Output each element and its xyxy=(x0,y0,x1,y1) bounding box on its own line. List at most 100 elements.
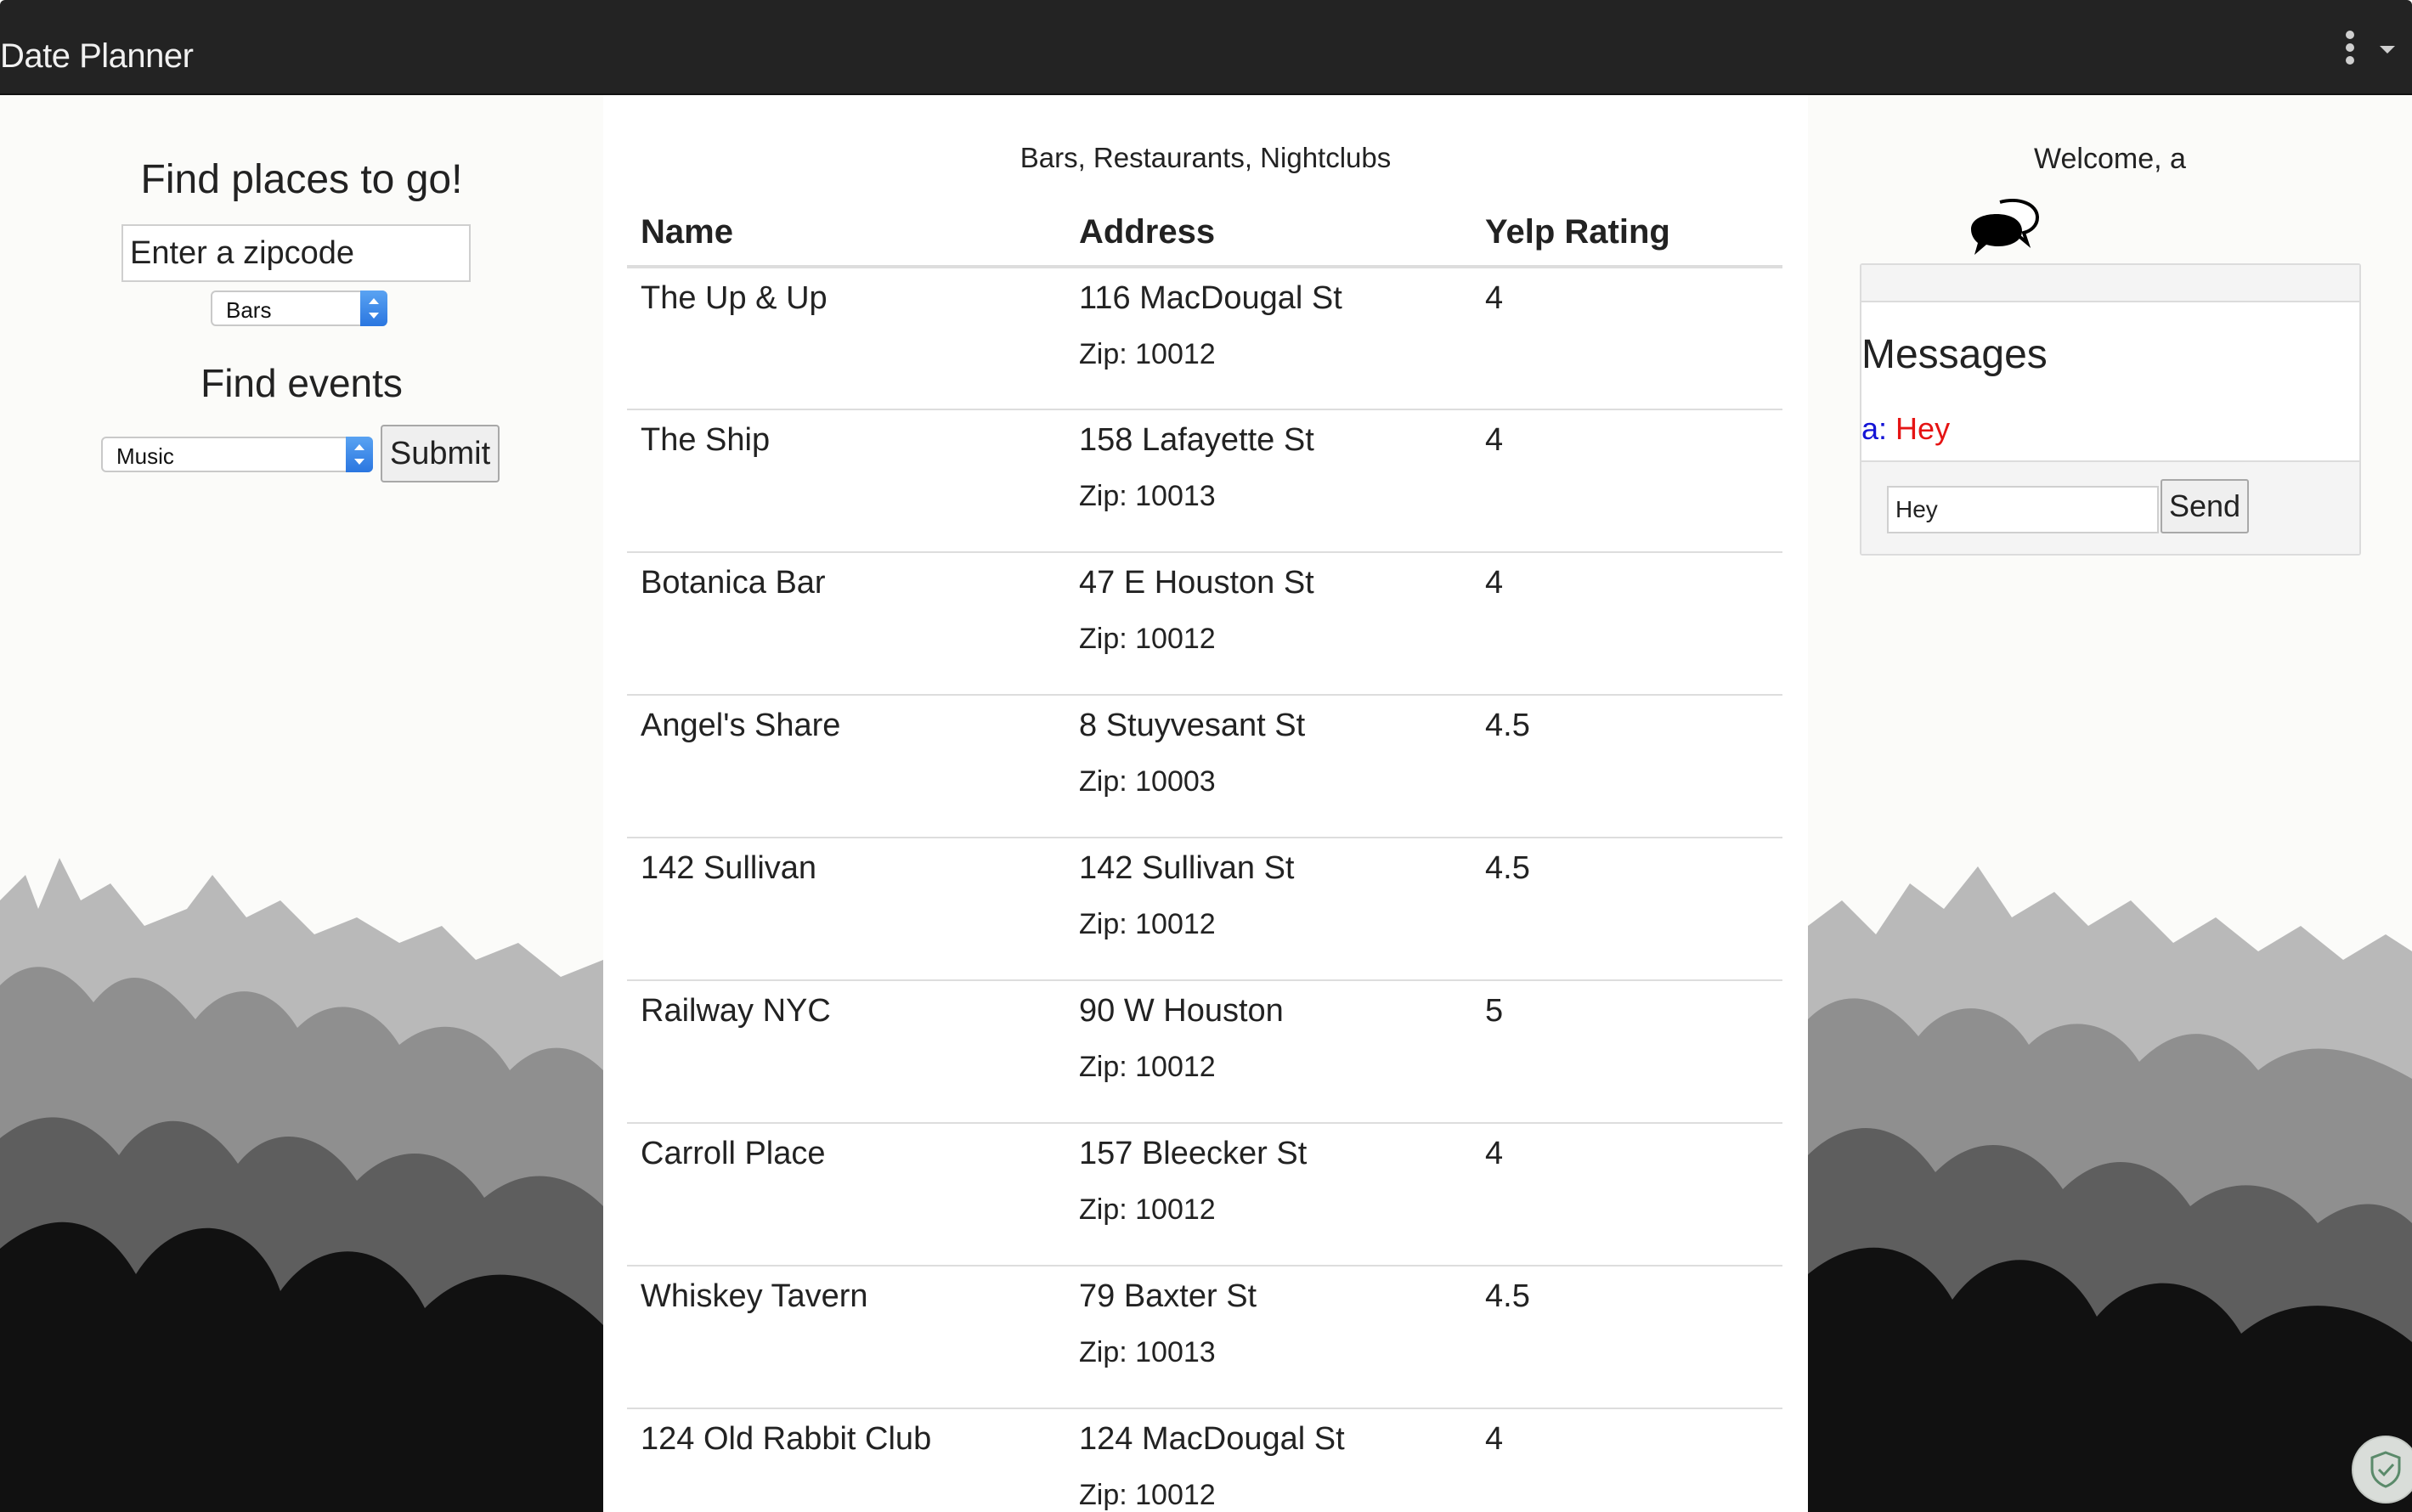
table-row: Whiskey Tavern 79 Baxter St Zip: 10013 4.5 xyxy=(627,1266,1782,1409)
place-rating: 4 xyxy=(1471,552,1782,696)
table-row: Carroll Place 157 Bleecker St Zip: 10012 4 xyxy=(627,1123,1782,1267)
place-rating: 4 xyxy=(1471,409,1782,553)
place-address-cell: 158 Lafayette St Zip: 10013 xyxy=(1065,409,1471,553)
submit-button[interactable]: Submit xyxy=(381,425,500,482)
select-arrows-icon xyxy=(360,291,387,326)
place-rating: 4 xyxy=(1471,1123,1782,1267)
zip-value: 10012 xyxy=(1135,1051,1216,1083)
zip-value: 10013 xyxy=(1135,1336,1216,1368)
place-name: Angel's Share xyxy=(627,695,1065,838)
place-address-cell: 8 Stuyvesant St Zip: 10003 xyxy=(1065,695,1471,838)
place-rating: 4 xyxy=(1471,1408,1782,1512)
table-row: 142 Sullivan 142 Sullivan St Zip: 10012 4.5 xyxy=(627,838,1782,981)
place-zip: Zip: 10003 xyxy=(1079,767,1458,796)
messages-heading: Messages xyxy=(1861,332,2048,377)
table-row: Botanica Bar 47 E Houston St Zip: 10012 4 xyxy=(627,552,1782,696)
column-header-address: Address xyxy=(1065,199,1471,268)
place-address-cell: 157 Bleecker St Zip: 10012 xyxy=(1065,1123,1471,1267)
place-address-cell: 142 Sullivan St Zip: 10012 xyxy=(1065,838,1471,981)
app-title: Date Planner xyxy=(0,37,194,75)
place-type-select[interactable]: Bars xyxy=(211,291,387,326)
table-row: Railway NYC 90 W Houston Zip: 10012 5 xyxy=(627,980,1782,1124)
caret-down-icon[interactable] xyxy=(2380,46,2395,54)
event-type-selected: Music xyxy=(116,443,174,469)
zip-prefix: Zip: xyxy=(1079,1336,1136,1368)
chat-message-input[interactable] xyxy=(1887,486,2159,533)
zip-value: 10012 xyxy=(1135,338,1216,370)
zip-value: 10013 xyxy=(1135,480,1216,512)
page: Date Planner Find places to go! Bars Fin… xyxy=(0,0,2412,1512)
place-address: 8 Stuyvesant St xyxy=(1079,708,1306,743)
shield-check-glyph xyxy=(2370,1451,2401,1488)
crowd-silhouette-left xyxy=(0,858,603,1512)
place-name: Carroll Place xyxy=(627,1123,1065,1267)
table-row: The Up & Up 116 MacDougal St Zip: 10012 4 xyxy=(627,267,1782,410)
place-address: 158 Lafayette St xyxy=(1079,422,1314,458)
place-zip: Zip: 10012 xyxy=(1079,910,1458,939)
zip-prefix: Zip: xyxy=(1079,765,1136,798)
table-header-row: Name Address Yelp Rating xyxy=(627,199,1782,268)
place-address: 47 E Houston St xyxy=(1079,565,1314,601)
zip-value: 10012 xyxy=(1135,1479,1216,1511)
place-zip: Zip: 10013 xyxy=(1079,482,1458,511)
zip-value: 10012 xyxy=(1135,908,1216,940)
place-rating: 4.5 xyxy=(1471,838,1782,981)
place-name: 124 Old Rabbit Club xyxy=(627,1408,1065,1512)
column-header-name: Name xyxy=(627,199,1065,268)
place-address-cell: 90 W Houston Zip: 10012 xyxy=(1065,980,1471,1124)
place-name: The Up & Up xyxy=(627,267,1065,410)
chat-message-user: a xyxy=(1861,411,1879,446)
zip-prefix: Zip: xyxy=(1079,623,1136,655)
zip-value: 10012 xyxy=(1135,1193,1216,1226)
zip-prefix: Zip: xyxy=(1079,480,1136,512)
shield-check-icon[interactable] xyxy=(2352,1436,2412,1504)
event-type-select[interactable]: Music xyxy=(101,437,373,472)
place-address: 116 MacDougal St xyxy=(1079,280,1342,316)
chat-input-bar: Send xyxy=(1861,460,2359,554)
place-rating: 4.5 xyxy=(1471,1266,1782,1409)
place-address: 90 W Houston xyxy=(1079,993,1284,1029)
top-app-bar: Date Planner xyxy=(0,0,2412,95)
place-address-cell: 79 Baxter St Zip: 10013 xyxy=(1065,1266,1471,1409)
place-address: 124 MacDougal St xyxy=(1079,1421,1345,1457)
place-name: Whiskey Tavern xyxy=(627,1266,1065,1409)
zip-prefix: Zip: xyxy=(1079,1193,1136,1226)
chat-message-text: Hey xyxy=(1895,411,1951,446)
place-rating: 4 xyxy=(1471,267,1782,410)
table-row: The Ship 158 Lafayette St Zip: 10013 4 xyxy=(627,409,1782,553)
welcome-text: Welcome, a xyxy=(2034,143,2186,175)
search-panel: Find places to go! Bars Find events Musi… xyxy=(0,95,603,605)
place-address-cell: 124 MacDougal St Zip: 10012 xyxy=(1065,1408,1471,1512)
kebab-menu-icon[interactable] xyxy=(2344,31,2356,65)
places-table-body: The Up & Up 116 MacDougal St Zip: 10012 4 Th… xyxy=(627,267,1782,1512)
place-name: Railway NYC xyxy=(627,980,1065,1124)
find-places-heading: Find places to go! xyxy=(140,157,463,202)
place-zip: Zip: 10012 xyxy=(1079,1481,1458,1509)
chat-message: a: Hey xyxy=(1861,411,1950,447)
category-title: Bars, Restaurants, Nightclubs xyxy=(1020,142,1392,173)
place-zip: Zip: 10012 xyxy=(1079,1195,1458,1224)
find-events-heading: Find events xyxy=(201,361,403,405)
zip-prefix: Zip: xyxy=(1079,1051,1136,1083)
place-zip: Zip: 10012 xyxy=(1079,1052,1458,1081)
chat-panel-header xyxy=(1861,265,2359,302)
chat-bubbles-icon[interactable] xyxy=(1968,195,2041,258)
place-rating: 4.5 xyxy=(1471,695,1782,838)
chat-panel: Messages a: Hey Send xyxy=(1860,263,2361,556)
zip-prefix: Zip: xyxy=(1079,908,1136,940)
table-row: 124 Old Rabbit Club 124 MacDougal St Zip: … xyxy=(627,1408,1782,1512)
chat-sidebar: Welcome, a Messages a: Hey Send xyxy=(1808,95,2412,690)
table-row: Angel's Share 8 Stuyvesant St Zip: 10003 4.… xyxy=(627,695,1782,838)
zipcode-input[interactable] xyxy=(121,224,471,282)
place-address: 79 Baxter St xyxy=(1079,1278,1257,1314)
place-rating: 5 xyxy=(1471,980,1782,1124)
select-arrows-icon xyxy=(346,437,373,472)
place-address-cell: 47 E Houston St Zip: 10012 xyxy=(1065,552,1471,696)
place-name: Botanica Bar xyxy=(627,552,1065,696)
places-table: Name Address Yelp Rating The Up & Up 116 … xyxy=(627,199,1782,1512)
crowd-silhouette-right xyxy=(1808,866,2412,1512)
zip-prefix: Zip: xyxy=(1079,1479,1136,1511)
send-button[interactable]: Send xyxy=(2161,479,2249,533)
chat-message-separator: : xyxy=(1878,411,1896,446)
column-header-rating: Yelp Rating xyxy=(1471,199,1782,268)
